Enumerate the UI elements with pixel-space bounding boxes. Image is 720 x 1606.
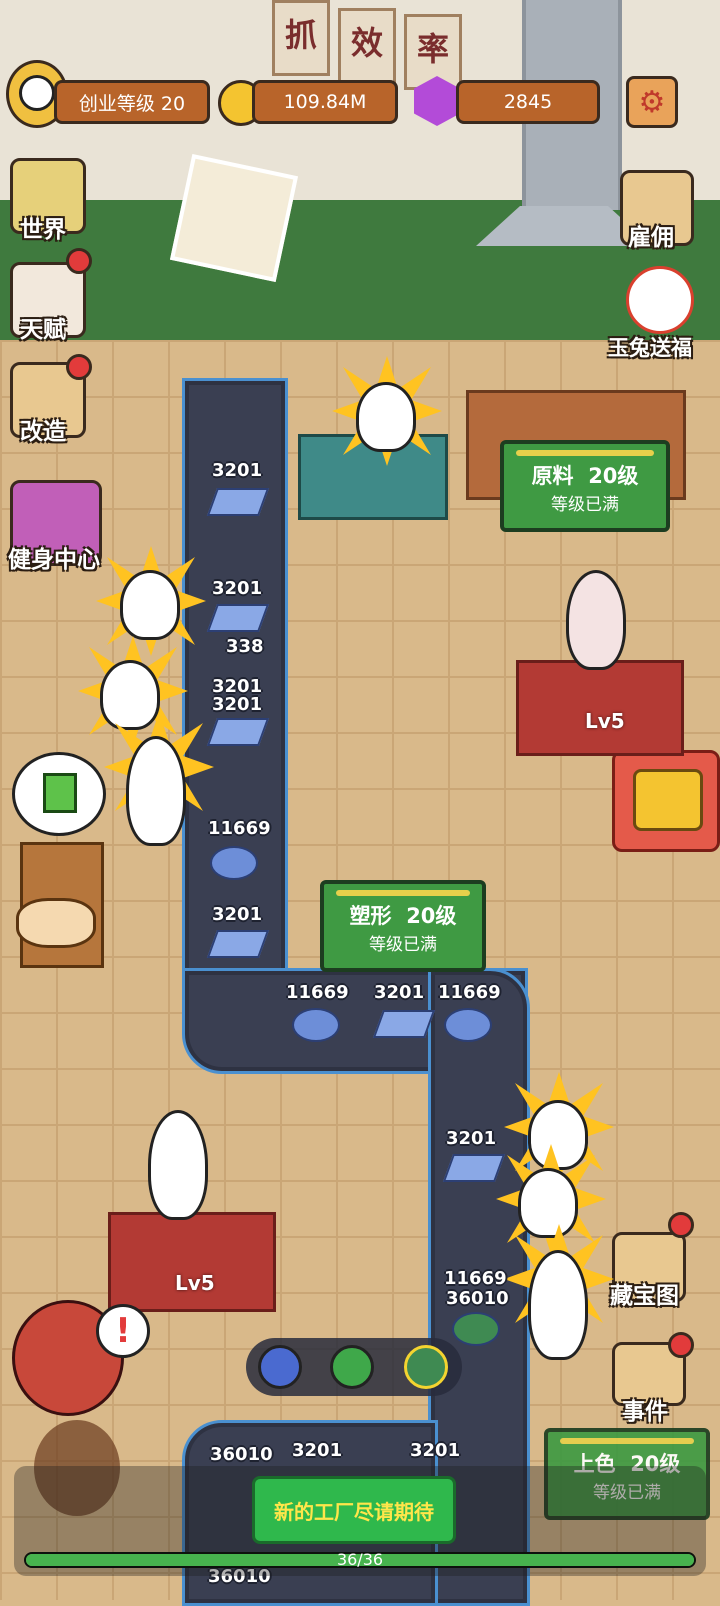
item-count: 36010: [210, 1444, 273, 1465]
worker-bunny[interactable]: [518, 1168, 578, 1238]
notification-badge: [66, 248, 92, 274]
menu-gym-label: 健身中心: [8, 547, 100, 573]
business-level-label: 创业等级 20: [78, 92, 186, 115]
menu-gym[interactable]: 健身中心: [8, 480, 110, 573]
coin-counter[interactable]: 109.84M: [252, 80, 398, 124]
item-count: 11669: [438, 982, 501, 1003]
card-icon: [43, 773, 77, 813]
new-factory-button[interactable]: 新的工厂尽请期待: [252, 1476, 456, 1544]
item-count: 11669: [208, 818, 271, 839]
worker-bunny[interactable]: [126, 736, 186, 846]
item-count: 3201: [446, 1128, 497, 1149]
menu-hire-label: 雇佣: [628, 225, 674, 251]
manager-desk[interactable]: Lv5: [108, 1212, 276, 1312]
metal-plate-icon: [206, 718, 270, 746]
worker-bunny[interactable]: [100, 660, 160, 730]
menu-treasure-map-label: 藏宝图: [610, 1283, 679, 1309]
worker-bunny[interactable]: [528, 1100, 588, 1170]
worker-bunny[interactable]: [528, 1250, 588, 1360]
station-sign-shaping[interactable]: 塑形 20级 等级已满: [320, 880, 486, 972]
settings-button[interactable]: ⚙: [626, 76, 678, 128]
progress-text: 36/36: [336, 1550, 384, 1569]
gem-amount: 2845: [503, 91, 553, 113]
station-level: 20级: [406, 904, 457, 928]
gear-icon: ⚙: [638, 84, 666, 120]
manager-level: Lv5: [175, 1271, 215, 1295]
item-count: 3201: [374, 982, 425, 1003]
item-count: 3201: [410, 1440, 461, 1461]
item-count: 3201: [212, 578, 263, 599]
metal-plate-icon: [442, 1154, 506, 1182]
coin-amount: 109.84M: [283, 91, 367, 113]
station-name: 塑形: [349, 904, 392, 928]
shaped-part-icon: [210, 846, 258, 880]
item-count: 3201: [212, 460, 263, 481]
skill-slot-1[interactable]: [258, 1345, 302, 1389]
notification-badge: [66, 354, 92, 380]
wall-photo: [169, 153, 299, 283]
item-count: 36010: [446, 1288, 509, 1309]
station-name: 原料: [531, 464, 574, 488]
jade-rabbit-icon: [626, 266, 694, 334]
speech-bubble[interactable]: [12, 752, 106, 836]
item-count: 11669: [286, 982, 349, 1003]
notification-badge: [668, 1212, 694, 1238]
skill-slot-2[interactable]: [330, 1345, 374, 1389]
manager-level: Lv5: [585, 709, 625, 733]
menu-hire[interactable]: 雇佣: [620, 170, 700, 251]
menu-event-label: 事件: [622, 1399, 668, 1425]
new-factory-label: 新的工厂尽请期待: [274, 1499, 434, 1524]
station-sign-raw[interactable]: 原料 20级 等级已满: [500, 440, 670, 532]
alert-icon: !: [96, 1304, 150, 1358]
station-status: 等级已满: [551, 495, 619, 515]
menu-talent-label: 天赋: [20, 317, 66, 343]
menu-remodel[interactable]: 改造: [10, 354, 100, 445]
worker-bunny[interactable]: [356, 382, 416, 452]
menu-remodel-label: 改造: [20, 419, 66, 445]
worker-bunny[interactable]: [120, 570, 180, 640]
menu-treasure-map[interactable]: 藏宝图: [610, 1212, 702, 1309]
cat-icon[interactable]: [16, 898, 96, 948]
item-count: 338: [226, 636, 264, 657]
manager-desk[interactable]: Lv5: [516, 660, 684, 756]
banner-flag: 抓: [272, 0, 330, 76]
shaped-part-icon: [444, 1008, 492, 1042]
metal-plate-icon: [206, 930, 270, 958]
business-level[interactable]: 创业等级 20: [54, 80, 210, 124]
item-count: 11669: [444, 1268, 507, 1289]
manager-bunny[interactable]: [148, 1110, 208, 1220]
manager-bunny[interactable]: [566, 570, 626, 670]
metal-plate-icon: [206, 604, 270, 632]
menu-jade-rabbit-label: 玉兔送福: [608, 336, 692, 360]
notification-badge: [668, 1332, 694, 1358]
banner-flag: 效: [338, 8, 396, 84]
station-level: 20级: [588, 464, 639, 488]
metal-plate-icon: [206, 488, 270, 516]
menu-world[interactable]: 世界: [10, 158, 100, 243]
item-count: 3201: [292, 1440, 343, 1461]
station-status: 等级已满: [369, 935, 437, 955]
colored-part-icon: [452, 1312, 500, 1346]
chest-icon: [633, 769, 703, 831]
shaped-part-icon: [292, 1008, 340, 1042]
menu-world-label: 世界: [20, 217, 66, 243]
gem-counter[interactable]: 2845: [456, 80, 600, 124]
treasure-chest-button[interactable]: [612, 750, 720, 852]
item-count: 3201: [212, 694, 263, 715]
metal-plate-icon: [372, 1010, 436, 1038]
menu-talent[interactable]: 天赋: [10, 248, 100, 343]
item-count: 3201: [212, 904, 263, 925]
menu-event[interactable]: 事件: [612, 1332, 702, 1425]
skill-slot-3[interactable]: [404, 1345, 448, 1389]
bunny-avatar-icon: [19, 75, 55, 111]
